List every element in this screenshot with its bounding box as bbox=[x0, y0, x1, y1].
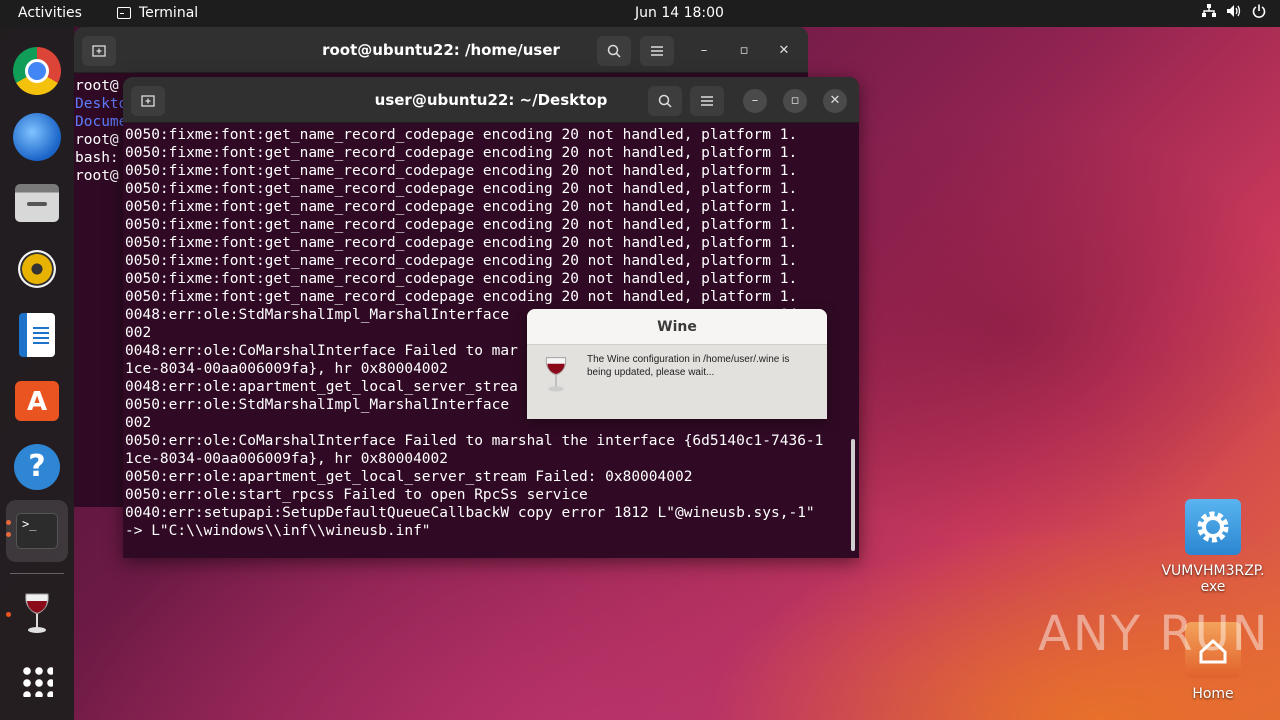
help-icon: ? bbox=[14, 444, 60, 490]
watermark: ANY RUN bbox=[1038, 606, 1270, 662]
dock-app-center[interactable]: A bbox=[13, 377, 61, 425]
app-menu-label: Terminal bbox=[139, 5, 199, 21]
dock-thunderbird[interactable] bbox=[13, 113, 61, 161]
desktop-icon-label: VUMVHM3RZP. exe bbox=[1161, 563, 1265, 595]
window-header: user@ubuntu22: ~/Desktop – ▫ ✕ bbox=[123, 77, 859, 123]
menu-button[interactable] bbox=[640, 36, 674, 66]
dock-chrome[interactable] bbox=[13, 47, 61, 95]
menu-button[interactable] bbox=[690, 86, 724, 116]
close-icon: ✕ bbox=[778, 43, 790, 58]
maximize-icon: ▫ bbox=[790, 93, 800, 108]
maximize-button[interactable]: ▫ bbox=[783, 89, 807, 113]
search-icon bbox=[658, 94, 672, 108]
app-menu[interactable]: Terminal bbox=[117, 5, 198, 21]
desktop-icon-exe[interactable]: VUMVHM3RZP. exe bbox=[1158, 499, 1268, 595]
close-button[interactable]: ✕ bbox=[823, 89, 847, 113]
search-button[interactable] bbox=[648, 86, 682, 116]
desktop-icon-label: Home bbox=[1192, 686, 1234, 702]
gear-icon bbox=[1185, 499, 1241, 555]
hamburger-icon bbox=[701, 96, 713, 106]
dock-separator bbox=[10, 573, 64, 574]
files-icon bbox=[15, 184, 59, 222]
thunderbird-icon bbox=[13, 113, 61, 161]
chrome-icon bbox=[13, 47, 61, 95]
show-apps-button[interactable] bbox=[13, 657, 61, 705]
window-header: root@ubuntu22: /home/user – ▫ ✕ bbox=[74, 27, 808, 73]
maximize-button[interactable]: ▫ bbox=[732, 39, 756, 63]
dock-wine[interactable] bbox=[13, 590, 61, 638]
terminal-icon: >_ bbox=[16, 513, 58, 549]
clock[interactable]: Jun 14 18:00 bbox=[635, 5, 724, 21]
network-icon bbox=[1202, 4, 1216, 17]
dock: A ? >_ bbox=[0, 27, 74, 720]
minimize-button[interactable]: – bbox=[743, 89, 767, 113]
close-icon: ✕ bbox=[829, 93, 841, 108]
maximize-icon: ▫ bbox=[739, 43, 749, 58]
rhythmbox-icon bbox=[18, 250, 56, 288]
app-center-icon: A bbox=[15, 381, 59, 421]
system-status-menu[interactable] bbox=[1202, 4, 1266, 18]
activities-button[interactable]: Activities bbox=[18, 5, 82, 21]
writer-icon bbox=[19, 313, 55, 357]
scrollbar[interactable] bbox=[851, 439, 855, 551]
grid-icon bbox=[21, 665, 53, 697]
power-icon bbox=[1252, 4, 1266, 18]
hamburger-icon bbox=[651, 46, 663, 56]
wine-dialog[interactable]: Wine The Wine configuration in /home/use… bbox=[527, 309, 827, 419]
volume-icon bbox=[1227, 5, 1241, 17]
dock-terminal[interactable]: >_ bbox=[6, 500, 68, 562]
dock-writer[interactable] bbox=[13, 311, 61, 359]
search-icon bbox=[607, 44, 621, 58]
minimize-button[interactable]: – bbox=[692, 39, 716, 63]
search-button[interactable] bbox=[597, 36, 631, 66]
top-bar: Activities Terminal Jun 14 18:00 bbox=[0, 0, 1280, 27]
dock-files[interactable] bbox=[13, 179, 61, 227]
wine-glass-icon bbox=[545, 357, 567, 392]
running-indicator bbox=[6, 612, 11, 617]
minimize-icon: – bbox=[751, 93, 759, 108]
dock-help[interactable]: ? bbox=[13, 443, 61, 491]
minimize-icon: – bbox=[700, 43, 708, 58]
dialog-message: The Wine configuration in /home/user/.wi… bbox=[587, 354, 790, 378]
terminal-app-icon bbox=[117, 7, 131, 19]
dialog-title: Wine bbox=[527, 309, 827, 345]
wine-glass-icon bbox=[25, 593, 49, 633]
dock-rhythmbox[interactable] bbox=[13, 245, 61, 293]
close-button[interactable]: ✕ bbox=[772, 39, 796, 63]
